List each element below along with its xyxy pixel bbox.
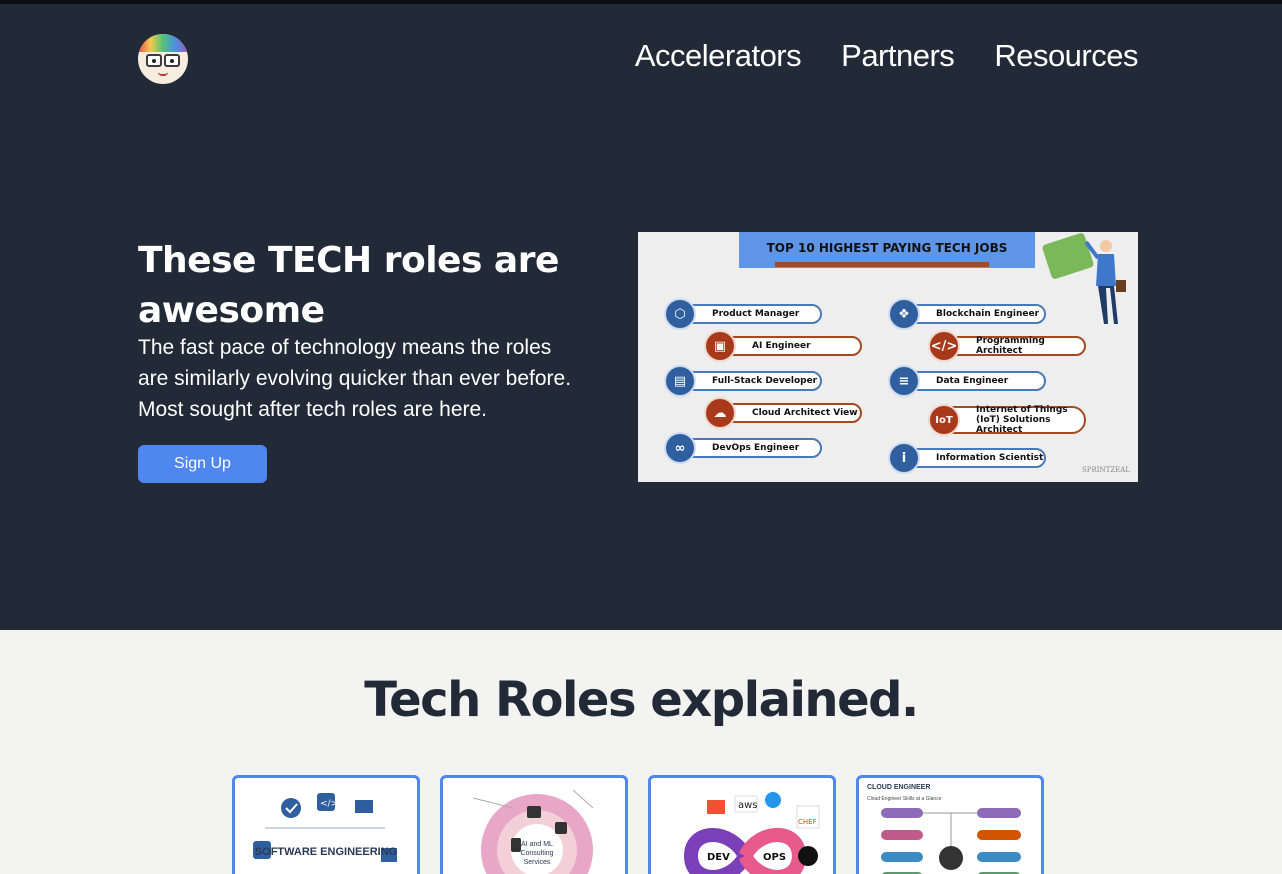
hero-title: These TECH roles are awesome [138,240,559,331]
card-ai-ml[interactable]: AI and ML Consulting Services [440,775,628,874]
nav-partners[interactable]: Partners [841,38,955,74]
card-ai-label: AI and ML Consulting Services [520,841,554,866]
info-label: Blockchain Engineer [936,309,1040,319]
code-icon: </> [928,330,960,362]
svg-text:aws: aws [738,800,758,811]
cubes-icon: ❖ [888,298,920,330]
info-item-cloud-architect: Cloud Architect View [714,403,862,423]
cloud-engineer-diagram-icon [881,808,1021,874]
infographic-banner: TOP 10 HIGHEST PAYING TECH JOBS [739,232,1035,268]
svg-text:DEV: DEV [707,852,730,863]
cloud-upload-icon: ☁ [704,397,736,429]
nav-resources[interactable]: Resources [994,38,1138,74]
info-label: Data Engineer [936,376,1009,386]
info-item-product-manager: Product Manager [674,304,822,324]
businessman-icon [1084,240,1126,324]
logo-pupil-left [152,59,156,63]
info-item-ai-engineer: AI Engineer [714,336,862,356]
card-software-engineering[interactable]: </> SOFTWARE ENGINEERING [232,775,420,874]
logo-mouth [158,72,168,76]
info-label: Product Manager [712,309,800,319]
info-item-information-scientist: Information Scientist [898,448,1046,468]
info-item-programming-architect: Programming Architect [938,336,1086,356]
info-label: Information Scientist [936,453,1044,463]
logo-avatar[interactable] [138,34,188,84]
logo-pupil-right [170,59,174,63]
software-engineering-diagram-icon: </> [253,793,397,862]
section-title: Tech Roles explained. [364,672,919,728]
info-item-full-stack: Full-Stack Developer [674,371,822,391]
info-label: Cloud Architect View [752,408,858,418]
iot-icon: IoT [928,404,960,436]
main-nav: Accelerators Partners Resources [635,38,1139,74]
info-label: Programming Architect [976,336,1045,356]
infographic-title: TOP 10 HIGHEST PAYING TECH JOBS [766,241,1008,255]
card-cloud-engineer[interactable]: CLOUD ENGINEER Cloud Engineer Skills at … [856,775,1044,874]
svg-text:</>: </> [320,799,338,809]
svg-text:CHEF: CHEF [798,818,817,826]
info-item-iot: Internet of Things (IoT) Solutions Archi… [938,405,1086,435]
infographic-underline [775,262,989,267]
hero-infographic: TOP 10 HIGHEST PAYING TECH JOBS Product … [638,232,1138,482]
infographic-brand: SPRINTZEAL [1081,466,1130,474]
info-label: DevOps Engineer [712,443,800,453]
devops-diagram-icon: DEV OPS aws CHEF [683,792,820,874]
box-icon: ⬡ [664,298,696,330]
info-label: Full-Stack Developer [712,376,818,386]
info-item-blockchain: Blockchain Engineer [898,304,1046,324]
hero-description: The fast pace of technology means the ro… [138,336,572,421]
signup-button[interactable]: Sign Up [138,445,267,483]
logo-hair [138,34,188,52]
window-icon: ▤ [664,365,696,397]
computer-icon: ▣ [704,330,736,362]
nav-accelerators[interactable]: Accelerators [635,38,802,74]
card-software-label: SOFTWARE ENGINEERING [254,846,398,858]
infinity-icon: ∞ [664,432,696,464]
info-item-devops: DevOps Engineer [674,438,822,458]
card-devops[interactable]: DEV OPS aws CHEF [648,775,836,874]
info-icon: i [888,442,920,474]
info-label: AI Engineer [752,341,811,351]
svg-text:OPS: OPS [763,852,786,863]
info-label: Internet of Things (IoT) Solutions Archi… [976,405,1068,435]
database-icon: ≡ [888,365,920,397]
info-item-data-engineer: Data Engineer [898,371,1046,391]
